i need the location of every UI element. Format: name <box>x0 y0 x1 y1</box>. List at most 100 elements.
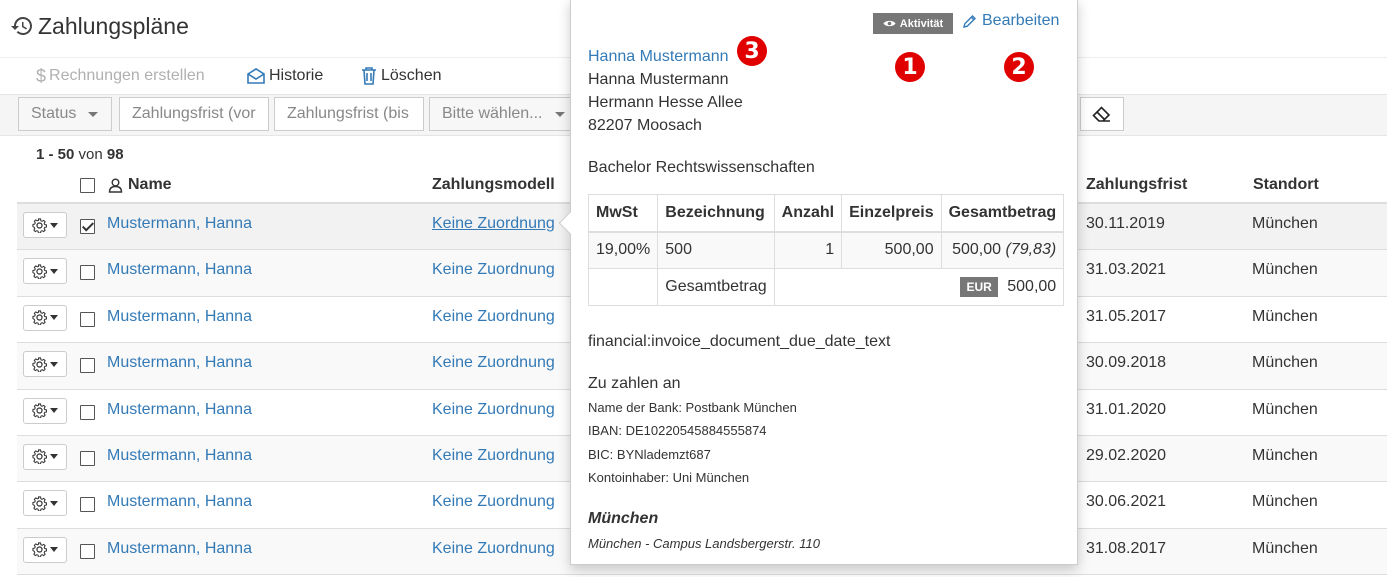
invoice-items-table: MwSt Bezeichnung Anzahl Einzelpreis Gesa… <box>587 194 1065 306</box>
eye-icon <box>883 20 896 27</box>
choose-select[interactable]: Bitte wählen... <box>429 97 579 131</box>
annotation-marker-3: 3 <box>737 36 767 66</box>
grand-total-value: 500,00 <box>1007 278 1057 296</box>
row-checkbox[interactable] <box>80 219 95 234</box>
clear-filters-button[interactable] <box>1080 97 1124 131</box>
row-actions-button[interactable] <box>23 258 67 285</box>
activity-button[interactable]: Aktivität <box>873 13 953 34</box>
dollar-icon: $ <box>36 65 47 86</box>
row-model-link[interactable]: Keine Zuordnung <box>432 261 555 279</box>
row-model-link[interactable]: Keine Zuordnung <box>432 401 555 419</box>
row-due-date: 30.06.2021 <box>1086 493 1167 511</box>
unit-price-cell: 500,00 <box>841 231 942 269</box>
total-header: Gesamtbetrag <box>940 194 1065 233</box>
name-column-header[interactable]: Name <box>108 176 172 194</box>
user-icon <box>108 178 123 193</box>
create-invoices-label: Rechnungen erstellen <box>49 67 205 84</box>
row-name-link[interactable]: Mustermann, Hanna <box>107 493 252 511</box>
caret-down-icon <box>88 111 99 117</box>
due-column-header[interactable]: Zahlungsfrist <box>1086 176 1187 194</box>
row-checkbox[interactable] <box>80 543 95 559</box>
vat-header: MwSt <box>587 194 659 233</box>
row-checkbox[interactable] <box>80 265 95 281</box>
gear-icon <box>32 357 47 372</box>
caret-down-icon <box>50 500 58 506</box>
delete-label: Löschen <box>381 67 442 84</box>
row-due-date: 30.09.2018 <box>1086 354 1167 372</box>
due-from-placeholder: Zahlungsfrist (vor <box>132 105 256 122</box>
row-actions-button[interactable] <box>23 536 67 563</box>
row-actions-button[interactable] <box>23 304 67 331</box>
caret-down-icon <box>50 222 58 228</box>
row-name-link[interactable]: Mustermann, Hanna <box>107 401 252 419</box>
caret-down-icon <box>50 454 58 460</box>
caret-down-icon <box>50 268 58 274</box>
row-model-link[interactable]: Keine Zuordnung <box>432 493 555 511</box>
items-header-row: MwSt Bezeichnung Anzahl Einzelpreis Gesa… <box>587 194 1065 233</box>
history-button[interactable]: Historie <box>247 58 323 94</box>
grand-total-label: Gesamtbetrag <box>657 268 775 306</box>
create-invoices-button[interactable]: $ Rechnungen erstellen <box>36 58 205 94</box>
pagination-of: von <box>78 146 103 163</box>
status-filter-label: Status <box>31 105 77 122</box>
row-name-link[interactable]: Mustermann, Hanna <box>107 354 252 372</box>
row-name-link[interactable]: Mustermann, Hanna <box>107 540 252 558</box>
row-checkbox[interactable] <box>80 497 95 513</box>
description-header: Bezeichnung <box>657 194 775 233</box>
caret-down-icon <box>554 111 565 117</box>
row-checkbox[interactable] <box>80 450 95 466</box>
status-filter[interactable]: Status <box>18 97 112 131</box>
row-location: München <box>1252 215 1318 232</box>
row-name-link[interactable]: Mustermann, Hanna <box>107 447 252 465</box>
row-actions-button[interactable] <box>23 212 67 238</box>
model-column-header[interactable]: Zahlungsmodell <box>432 176 555 194</box>
row-actions-button[interactable] <box>23 490 67 517</box>
row-name-link[interactable]: Mustermann, Hanna <box>107 308 252 326</box>
row-due-date: 30.11.2019 <box>1086 215 1165 232</box>
location-title: München <box>588 510 659 527</box>
contact-link[interactable]: Hanna Mustermann <box>588 48 729 66</box>
gear-icon <box>32 264 47 279</box>
due-from-input[interactable]: Zahlungsfrist (vor <box>119 97 269 131</box>
row-model-link[interactable]: Keine Zuordnung <box>432 540 555 558</box>
row-checkbox[interactable] <box>80 311 95 327</box>
select-all-checkbox[interactable] <box>80 178 95 193</box>
location-column-header[interactable]: Standort <box>1253 176 1319 194</box>
row-model-link[interactable]: Keine Zuordnung <box>432 447 555 465</box>
due-to-input[interactable]: Zahlungsfrist (bis <box>274 97 424 131</box>
annotation-marker-2: 2 <box>1004 52 1034 82</box>
bank-name: Name der Bank: Postbank München <box>588 400 797 415</box>
row-due-date: 31.05.2017 <box>1086 307 1167 325</box>
caret-down-icon <box>50 315 58 321</box>
row-location: München <box>1252 307 1318 325</box>
row-model-link[interactable]: Keine Zuordnung <box>432 354 555 372</box>
row-checkbox[interactable] <box>80 404 95 420</box>
row-model-link[interactable]: Keine Zuordnung <box>432 215 555 233</box>
row-name-link[interactable]: Mustermann, Hanna <box>107 215 252 233</box>
currency-badge: EUR <box>960 277 998 297</box>
row-checkbox[interactable] <box>80 358 95 374</box>
empty-cell <box>587 268 659 306</box>
address-line-2: Hermann Hesse Allee <box>588 94 743 111</box>
row-model-link[interactable]: Keine Zuordnung <box>432 308 555 326</box>
caret-down-icon <box>50 408 58 414</box>
delete-button[interactable]: Löschen <box>361 58 442 94</box>
pay-to-title: Zu zahlen an <box>588 375 681 392</box>
activity-label: Aktivität <box>899 17 944 30</box>
edit-link[interactable]: Bearbeiten <box>962 12 1059 30</box>
row-actions-button[interactable] <box>23 397 67 424</box>
gear-icon <box>32 449 47 465</box>
pencil-icon <box>963 14 976 28</box>
row-actions-button[interactable] <box>23 351 67 378</box>
location-detail: München - Campus Landsbergerstr. 110 <box>588 536 820 551</box>
row-location: München <box>1252 261 1318 279</box>
due-date-text: financial:invoice_document_due_date_text <box>588 333 891 350</box>
row-name-link[interactable]: Mustermann, Hanna <box>107 261 252 279</box>
annotation-marker-1: 1 <box>895 52 925 82</box>
invoice-preview-popover: Aktivität Bearbeiten 1 2 3 Hanna Musterm… <box>558 0 1078 565</box>
row-location: München <box>1252 493 1318 511</box>
row-location: München <box>1252 400 1318 418</box>
gear-icon <box>32 496 47 511</box>
unit-price-header: Einzelpreis <box>841 194 942 233</box>
row-actions-button[interactable] <box>23 443 67 470</box>
